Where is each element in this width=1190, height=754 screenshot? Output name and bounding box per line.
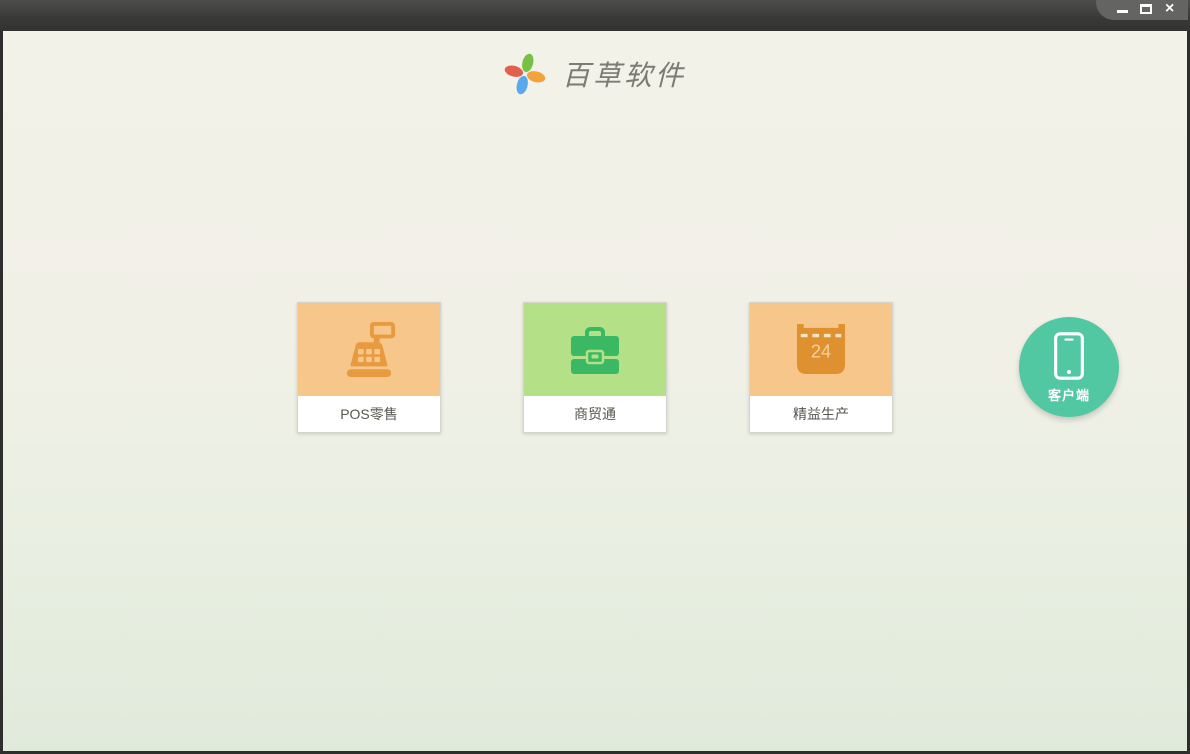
smartphone-icon bbox=[1054, 331, 1084, 380]
cash-register-icon bbox=[346, 321, 396, 377]
app-title: 百草软件 bbox=[561, 59, 686, 92]
product-card-trade[interactable]: 商贸通 bbox=[523, 302, 667, 433]
brand-header: 百草软件 bbox=[3, 53, 1187, 95]
minimize-button[interactable] bbox=[1116, 1, 1129, 17]
pinwheel-logo-icon bbox=[504, 53, 546, 95]
calendar-icon: 24 bbox=[796, 323, 846, 374]
briefcase-icon bbox=[571, 326, 619, 374]
lean-card-label: 精益生产 bbox=[750, 396, 892, 432]
maximize-button[interactable] bbox=[1139, 1, 1153, 17]
product-card-lean[interactable]: 24 精益生产 bbox=[749, 302, 893, 433]
window-controls: × bbox=[1096, 0, 1188, 20]
trade-card-icon-area bbox=[524, 303, 666, 396]
title-bar: × bbox=[0, 0, 1190, 31]
minimize-icon bbox=[1116, 10, 1128, 13]
client-button[interactable]: 客户端 bbox=[1019, 317, 1119, 417]
pos-card-label: POS零售 bbox=[298, 396, 440, 432]
client-button-label: 客户端 bbox=[1047, 387, 1090, 403]
product-card-pos[interactable]: POS零售 bbox=[297, 302, 441, 433]
close-icon: × bbox=[1164, 0, 1175, 17]
app-window: × 百草软件 POS零售 商贸通 24 精益生产 客户端 bbox=[0, 0, 1190, 754]
lean-card-icon-area: 24 bbox=[750, 303, 892, 396]
trade-card-label: 商贸通 bbox=[524, 396, 666, 432]
pos-card-icon-area bbox=[298, 303, 440, 396]
main-content: 百草软件 POS零售 商贸通 24 精益生产 客户端 bbox=[3, 31, 1187, 751]
close-button[interactable]: × bbox=[1163, 1, 1176, 17]
maximize-icon bbox=[1139, 4, 1152, 14]
calendar-day-number: 24 bbox=[811, 340, 831, 361]
